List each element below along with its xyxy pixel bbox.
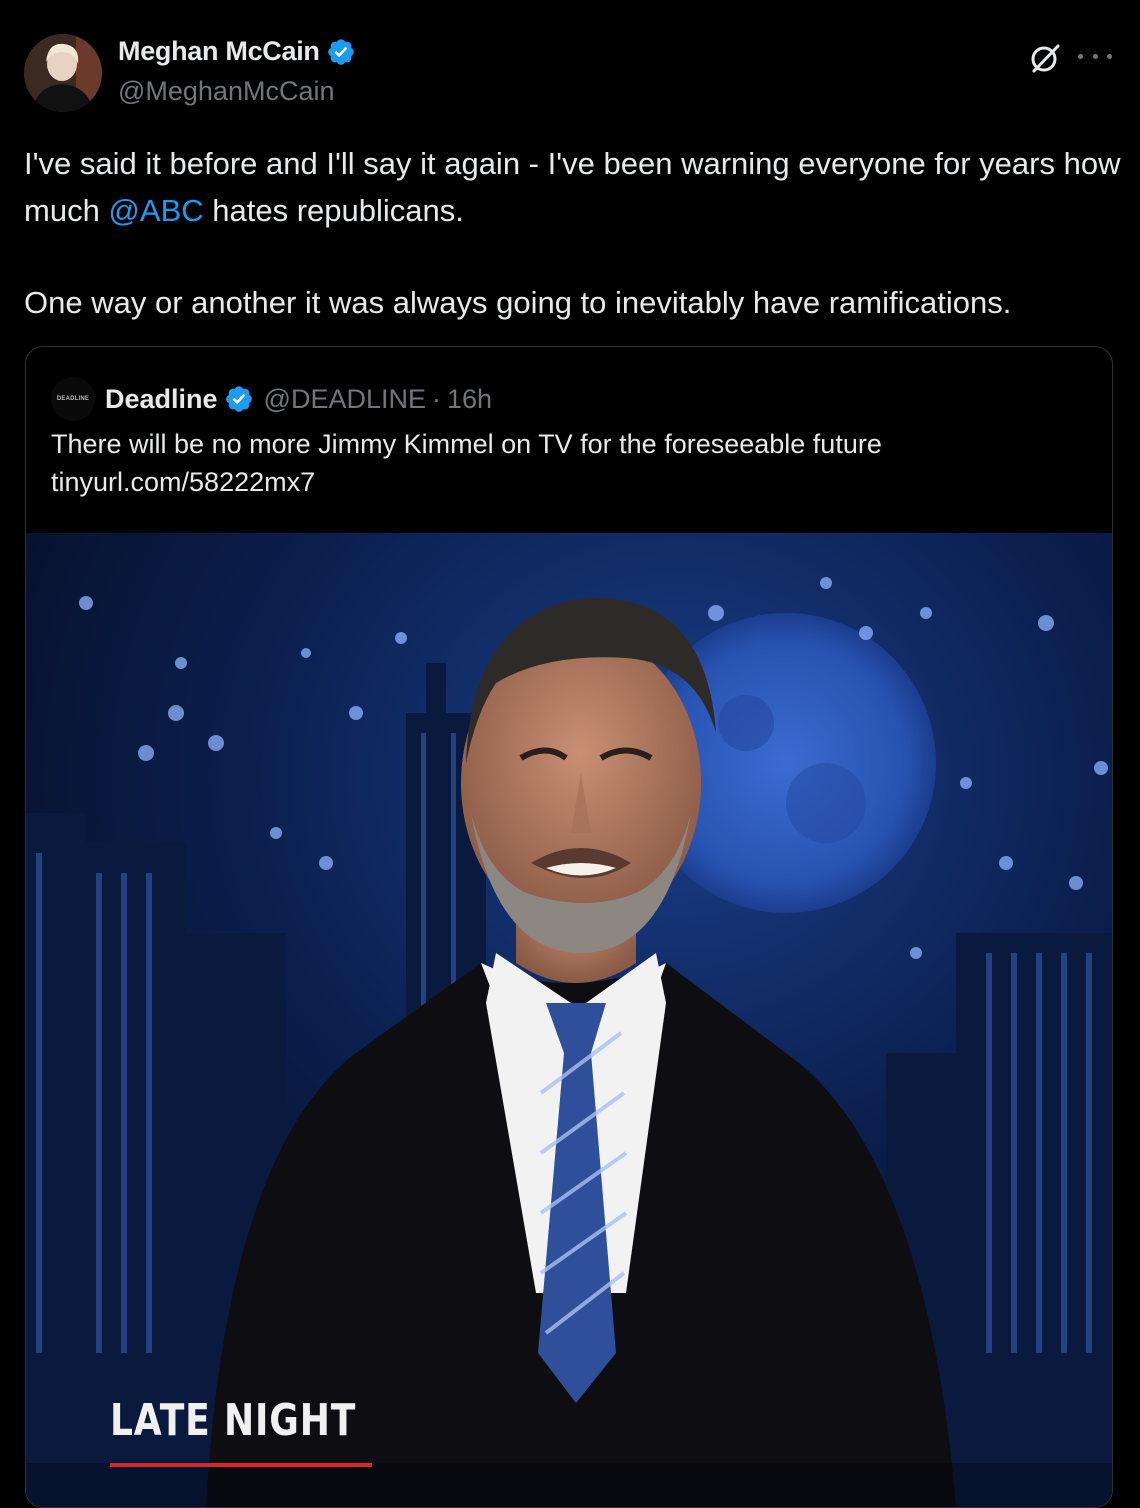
verified-badge-icon — [225, 386, 252, 412]
quoted-avatar[interactable]: DEADLINE — [51, 377, 95, 421]
post-text-paragraph: One way or another it was always going t… — [24, 285, 1012, 320]
quoted-post[interactable]: DEADLINE Deadline @DEADLINE · 16h There … — [25, 346, 1113, 1508]
verified-badge-icon — [327, 38, 354, 65]
quoted-display-name[interactable]: Deadline — [105, 384, 218, 415]
caption-underline — [110, 1463, 372, 1467]
tweet[interactable]: Meghan McCain @MeghanMcCain I've said it… — [0, 0, 1140, 1508]
author-handle[interactable]: @MeghanMcCain — [118, 76, 335, 107]
author-avatar[interactable] — [24, 34, 102, 112]
more-options-icon[interactable] — [1078, 44, 1112, 68]
author-display-name[interactable]: Meghan McCain — [118, 36, 320, 67]
grok-icon[interactable] — [1027, 40, 1063, 76]
media-caption: LATE NIGHT — [110, 1395, 357, 1446]
quoted-link[interactable]: tinyurl.com/58222mx7 — [51, 463, 1091, 501]
post-text: I've said it before and I'll say it agai… — [24, 140, 1124, 326]
quoted-text-line: There will be no more Jimmy Kimmel on TV… — [51, 429, 882, 459]
quoted-timestamp[interactable]: 16h — [447, 384, 492, 415]
quoted-text: There will be no more Jimmy Kimmel on TV… — [51, 425, 1091, 501]
quoted-handle[interactable]: @DEADLINE — [264, 384, 426, 415]
quoted-media-image[interactable]: LATE NIGHT — [26, 533, 1112, 1507]
mention-link[interactable]: @ABC — [108, 193, 203, 228]
quoted-avatar-logo-text: DEADLINE — [56, 396, 90, 402]
post-text-part: hates republicans. — [203, 193, 464, 228]
meta-separator: · — [432, 383, 441, 414]
media-photo — [26, 533, 1112, 1507]
